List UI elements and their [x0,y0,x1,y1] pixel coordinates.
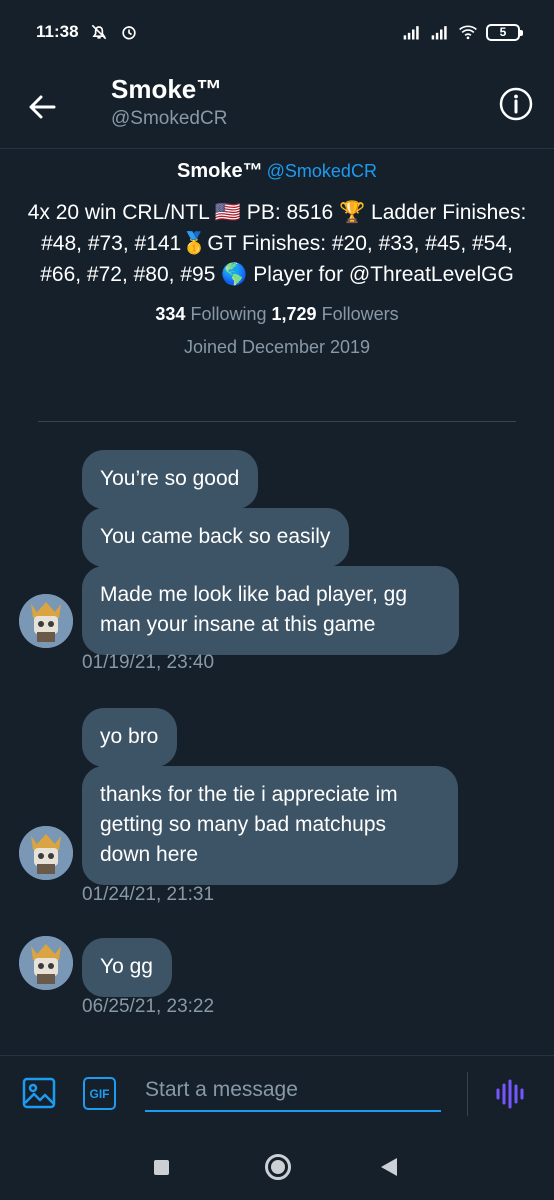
wifi-icon [459,25,477,40]
message-bubble[interactable]: You came back so easily [82,508,350,567]
nav-back-icon[interactable] [381,1158,397,1176]
recents-icon[interactable] [154,1160,169,1175]
header-divider [0,148,554,149]
profile-summary: Smoke™ @SmokedCR 4x 20 win CRL/NTL 🇺🇸 PB:… [0,160,554,358]
profile-stats: 334 Following 1,729 Followers [0,304,554,325]
header-handle: @SmokedCR [111,108,228,129]
message-timestamp: 01/19/21, 23:40 [82,652,215,673]
mute-bell-icon [91,24,106,40]
avatar-image [19,594,73,648]
home-icon[interactable] [265,1154,291,1180]
message-bubble[interactable]: thanks for the tie i appreciate im getti… [82,766,458,885]
battery-level: 5 [499,25,507,39]
avatar[interactable] [19,936,73,990]
message-bubble[interactable]: yo bro [82,708,178,767]
profile-bio: 4x 20 win CRL/NTL 🇺🇸 PB: 8516 🏆 Ladder F… [27,201,527,286]
followers-count[interactable]: 1,729 [272,304,317,324]
signal-icon [431,26,447,40]
message-timestamp: 01/24/21, 21:31 [82,884,215,905]
profile-handle[interactable]: @SmokedCR [267,161,377,181]
gif-button[interactable]: GIF [83,1077,116,1110]
message-bubble[interactable]: Made me look like bad player, gg man you… [82,566,459,655]
avatar[interactable] [19,594,73,648]
avatar-image [19,826,73,880]
avatar[interactable] [19,826,73,880]
following-label[interactable]: Following [190,304,266,324]
joined-date: Joined December 2019 [183,337,371,357]
followers-label[interactable]: Followers [322,304,399,324]
profile-divider [38,421,516,422]
status-time: 11:38 [36,22,79,41]
message-bubble[interactable]: Yo gg [82,938,172,997]
header-name: Smoke™ [111,74,223,104]
message-input[interactable] [145,1070,441,1112]
alarm-icon [121,26,136,40]
system-nav-bar [0,1132,554,1200]
message-bubble[interactable]: You’re so good [82,450,259,509]
voice-wave-icon[interactable] [494,1078,526,1110]
arrow-left-icon[interactable] [22,86,64,128]
profile-name: Smoke™ [177,160,263,182]
conversation-header: Smoke™ @SmokedCR [0,64,554,148]
message-composer: GIF [0,1056,554,1132]
message-timestamp: 06/25/21, 23:22 [82,996,215,1017]
status-bar: 11:38 5 [0,0,554,64]
signal-icon [403,26,419,40]
image-icon[interactable] [22,1076,56,1110]
following-count[interactable]: 334 [155,304,185,324]
avatar-image [19,936,73,990]
battery-icon: 5 [486,23,523,41]
info-icon[interactable] [498,86,534,122]
compose-separator [467,1072,468,1116]
